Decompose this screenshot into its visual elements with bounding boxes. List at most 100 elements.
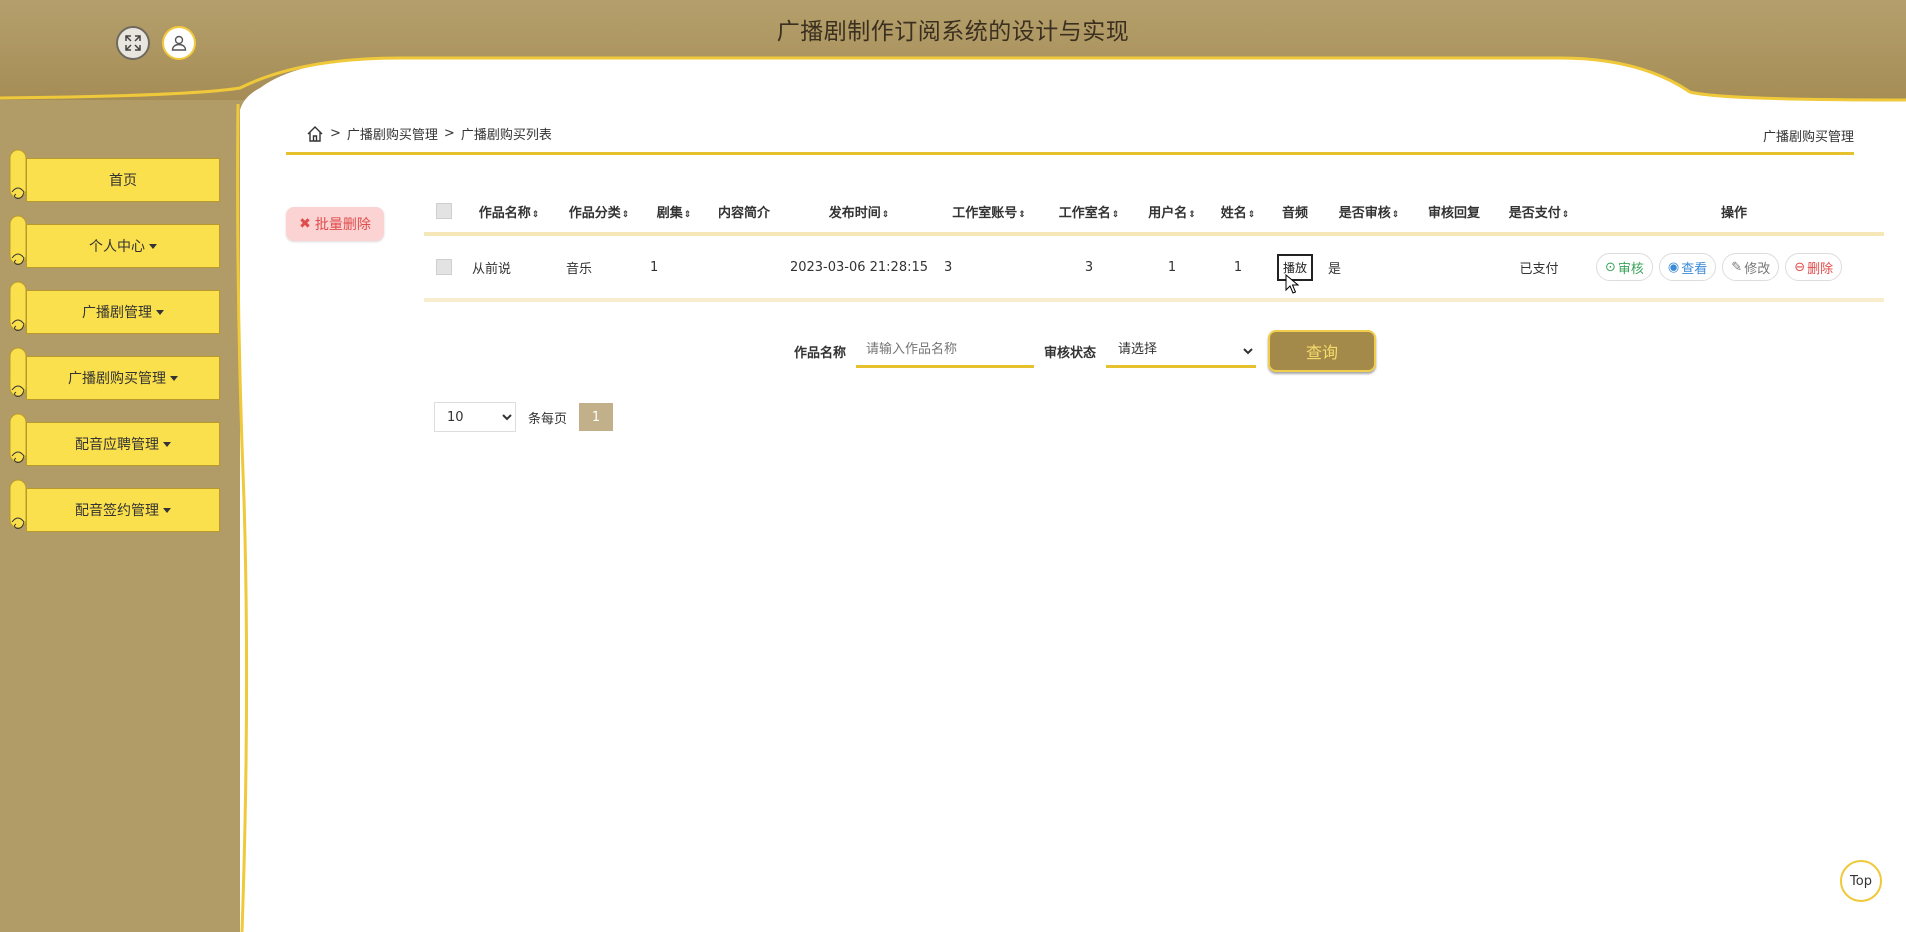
cell-actions: ⊙ 审核 ◉ 查看 ✎ 修改 ⊖ 删除 [1584,234,1884,302]
caret-down-icon [163,507,171,513]
user-button[interactable] [162,26,196,60]
page-number-current[interactable]: 1 [579,403,614,431]
caret-down-icon [156,309,164,315]
user-icon [171,35,187,51]
column-header[interactable]: 作品分类⇕ [554,190,644,236]
view-label: 查看 [1681,261,1708,277]
caret-down-icon [163,441,171,447]
scroll-decoration-icon [9,347,27,397]
caret-down-icon [170,375,178,381]
scroll-decoration-icon [9,479,27,529]
sort-icon: ⇕ [621,209,630,220]
cell-studio-name: 3 [1044,234,1134,302]
sort-icon: ⇕ [1018,209,1026,220]
column-header[interactable]: 用户名⇕ [1134,190,1210,236]
cell-username: 1 [1134,234,1210,302]
minus-circle-icon: ⊖ [1794,259,1806,275]
scroll-decoration-icon [9,215,27,265]
back-to-top-button[interactable]: Top [1840,860,1882,902]
batch-delete-button[interactable]: ✖ 批量删除 [286,207,384,241]
column-header[interactable]: 姓名⇕ [1210,190,1266,236]
column-header[interactable]: 是否支付⇕ [1494,190,1584,236]
column-header: 审核回复 [1414,190,1494,236]
delete-button[interactable]: ⊖ 删除 [1785,253,1843,281]
cell-audit-reply [1414,234,1494,302]
home-icon[interactable] [306,125,324,143]
sort-icon: ⇕ [1561,209,1570,220]
sort-icon: ⇕ [531,209,540,220]
audit-button[interactable]: ⊙ 审核 [1596,253,1653,281]
column-header[interactable]: 作品名称⇕ [464,190,554,236]
cell-episode: 1 [644,234,704,302]
caret-down-icon [149,243,157,249]
scroll-decoration-icon [9,413,27,463]
sort-icon: ⇕ [1188,209,1196,220]
row-select-cell [424,234,464,302]
edit-button[interactable]: ✎ 修改 [1722,253,1780,281]
sort-icon: ⇕ [1247,209,1256,220]
main-content: > 广播剧购买管理 > 广播剧购买列表 广播剧购买管理 ✖ 批量删除 作品名称⇕… [240,0,1906,932]
select-all-checkbox[interactable] [436,203,452,219]
sidebar-item-label: 配音应聘管理 [75,437,159,453]
select-all-cell [424,190,464,236]
cell-intro [704,234,784,302]
page-size-select[interactable]: 10 [434,402,516,432]
table-row: 从前说 音乐 1 2023-03-06 21:28:15 3 3 1 1 播放 … [424,234,1884,302]
sidebar-item-dubbing-application[interactable]: 配音应聘管理 [8,413,220,466]
sidebar-item-home[interactable]: 首页 [8,149,220,202]
sidebar-item-label: 个人中心 [89,239,145,255]
sidebar-item-drama-management[interactable]: 广播剧管理 [8,281,220,334]
breadcrumb-item[interactable]: 广播剧购买管理 [347,124,438,143]
close-icon: ✖ [299,216,311,232]
row-checkbox[interactable] [436,259,452,275]
cell-category: 音乐 [554,234,644,302]
column-header: 音频 [1266,190,1324,236]
table-header-row: 作品名称⇕ 作品分类⇕ 剧集⇕ 内容简介 发布时间⇕ 工作室账号⇕ 工作室名⇕ … [424,190,1884,236]
audit-label: 审核 [1617,261,1644,277]
fullscreen-button[interactable] [116,26,150,60]
sidebar-item-personal-center[interactable]: 个人中心 [8,215,220,268]
breadcrumb-item-current: 广播剧购买列表 [460,128,552,143]
expand-icon [125,35,141,51]
per-page-label: 条每页 [528,411,568,427]
column-header[interactable]: 剧集⇕ [644,190,704,236]
section-title: 广播剧购买管理 [1762,130,1854,145]
scroll-decoration-icon [9,149,27,199]
sort-icon: ⇕ [1111,209,1120,220]
pagination: 10 条每页 1 [434,402,614,432]
cell-studio-account: 3 [934,234,1044,302]
cell-name: 从前说 [464,234,554,302]
sidebar-item-dubbing-contract[interactable]: 配音签约管理 [8,479,220,532]
query-button[interactable]: 查询 [1268,330,1377,372]
breadcrumb-divider [286,152,1854,155]
name-search-input[interactable] [856,334,1035,368]
sidebar-item-label: 首页 [109,173,137,189]
cell-publish-time: 2023-03-06 21:28:15 [784,234,934,302]
cell-paid: 已支付 [1494,234,1584,302]
column-header[interactable]: 工作室名⇕ [1044,190,1134,236]
status-search-label: 审核状态 [1044,345,1097,361]
cell-realname: 1 [1210,234,1266,302]
batch-delete-label: 批量删除 [314,217,371,233]
view-button[interactable]: ◉ 查看 [1658,253,1717,281]
column-header[interactable]: 工作室账号⇕ [934,190,1044,236]
name-search-label: 作品名称 [794,345,847,361]
scroll-decoration-icon [9,281,27,331]
column-header: 操作 [1584,190,1884,236]
sort-icon: ⇕ [881,209,890,220]
column-header[interactable]: 发布时间⇕ [784,190,934,236]
eye-icon: ◉ [1667,259,1680,275]
column-header[interactable]: 是否审核⇕ [1324,190,1414,236]
sort-icon: ⇕ [1391,209,1400,220]
column-header: 内容简介 [704,190,784,236]
edit-label: 修改 [1744,261,1771,277]
pencil-icon: ✎ [1731,259,1743,275]
sort-icon: ⇕ [683,209,692,220]
status-select[interactable]: 请选择 [1106,334,1257,368]
delete-label: 删除 [1807,261,1834,277]
breadcrumb-separator: > [443,126,455,141]
sidebar-item-label: 配音签约管理 [75,503,159,519]
sidebar-item-purchase-management[interactable]: 广播剧购买管理 [8,347,220,400]
purchase-table: 作品名称⇕ 作品分类⇕ 剧集⇕ 内容简介 发布时间⇕ 工作室账号⇕ 工作室名⇕ … [424,190,1884,302]
breadcrumb-separator: > [330,126,341,141]
